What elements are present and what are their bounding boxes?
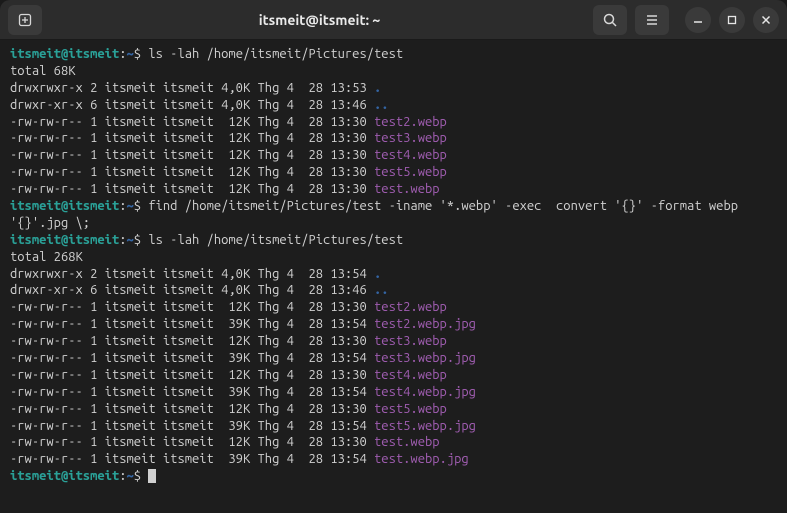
new-tab-button[interactable] [8, 5, 42, 35]
prompt-path: ~ [126, 199, 133, 213]
terminal-body[interactable]: itsmeit@itsmeit:~$ ls -lah /home/itsmeit… [0, 40, 787, 513]
terminal-line: -rw-rw-r-- 1 itsmeit itsmeit 39K Thg 4 2… [10, 316, 777, 333]
ls-meta: -rw-rw-r-- 1 itsmeit itsmeit 12K Thg 4 2… [10, 402, 374, 416]
terminal-line: -rw-rw-r-- 1 itsmeit itsmeit 12K Thg 4 2… [10, 299, 777, 316]
terminal-line: itsmeit@itsmeit:~$ find /home/itsmeit/Pi… [10, 198, 777, 232]
prompt-symbol: $ [134, 469, 149, 483]
ls-name: test.webp.jpg [374, 452, 469, 466]
ls-name: test3.webp [374, 334, 447, 348]
terminal-line: -rw-rw-r-- 1 itsmeit itsmeit 39K Thg 4 2… [10, 418, 777, 435]
ls-meta: -rw-rw-r-- 1 itsmeit itsmeit 12K Thg 4 2… [10, 334, 374, 348]
terminal-line: -rw-rw-r-- 1 itsmeit itsmeit 12K Thg 4 2… [10, 130, 777, 147]
ls-meta: drwxrwxr-x 2 itsmeit itsmeit 4,0K Thg 4 … [10, 81, 374, 95]
ls-meta: -rw-rw-r-- 1 itsmeit itsmeit 12K Thg 4 2… [10, 435, 374, 449]
prompt-symbol: $ [134, 233, 149, 247]
ls-meta: drwxrwxr-x 2 itsmeit itsmeit 4,0K Thg 4 … [10, 267, 374, 281]
hamburger-icon [644, 12, 660, 28]
ls-meta: -rw-rw-r-- 1 itsmeit itsmeit 39K Thg 4 2… [10, 419, 374, 433]
prompt-path: ~ [126, 233, 133, 247]
ls-name: test4.webp [374, 368, 447, 382]
maximize-icon [726, 14, 738, 26]
terminal-line: -rw-rw-r-- 1 itsmeit itsmeit 12K Thg 4 2… [10, 164, 777, 181]
ls-meta: -rw-rw-r-- 1 itsmeit itsmeit 39K Thg 4 2… [10, 317, 374, 331]
ls-name: test.webp [374, 435, 440, 449]
ls-name: . [374, 81, 381, 95]
window-title: itsmeit@itsmeit: ~ [46, 12, 593, 28]
ls-name: test5.webp [374, 402, 447, 416]
ls-name: test3.webp [374, 131, 447, 145]
ls-meta: -rw-rw-r-- 1 itsmeit itsmeit 12K Thg 4 2… [10, 148, 374, 162]
terminal-line: drwxr-xr-x 6 itsmeit itsmeit 4,0K Thg 4 … [10, 282, 777, 299]
ls-meta: -rw-rw-r-- 1 itsmeit itsmeit 12K Thg 4 2… [10, 300, 374, 314]
search-icon [602, 12, 618, 28]
prompt-user-host: itsmeit@itsmeit [10, 47, 119, 61]
ls-total: total 68K [10, 64, 76, 78]
new-tab-icon [17, 12, 33, 28]
terminal-line: total 68K [10, 63, 777, 80]
ls-name: test5.webp.jpg [374, 419, 476, 433]
prompt-user-host: itsmeit@itsmeit [10, 199, 119, 213]
prompt-path: ~ [126, 47, 133, 61]
prompt-user-host: itsmeit@itsmeit [10, 233, 119, 247]
terminal-line: -rw-rw-r-- 1 itsmeit itsmeit 12K Thg 4 2… [10, 181, 777, 198]
ls-name: test4.webp.jpg [374, 385, 476, 399]
prompt-symbol: $ [134, 47, 149, 61]
minimize-icon [692, 14, 704, 26]
terminal-line: itsmeit@itsmeit:~$ ls -lah /home/itsmeit… [10, 232, 777, 249]
terminal-line: -rw-rw-r-- 1 itsmeit itsmeit 39K Thg 4 2… [10, 451, 777, 468]
ls-meta: drwxr-xr-x 6 itsmeit itsmeit 4,0K Thg 4 … [10, 283, 374, 297]
ls-meta: -rw-rw-r-- 1 itsmeit itsmeit 39K Thg 4 2… [10, 452, 374, 466]
terminal-line: -rw-rw-r-- 1 itsmeit itsmeit 12K Thg 4 2… [10, 333, 777, 350]
titlebar: itsmeit@itsmeit: ~ [0, 0, 787, 40]
ls-meta: -rw-rw-r-- 1 itsmeit itsmeit 12K Thg 4 2… [10, 368, 374, 382]
terminal-line: -rw-rw-r-- 1 itsmeit itsmeit 39K Thg 4 2… [10, 384, 777, 401]
minimize-button[interactable] [685, 7, 711, 33]
terminal-line: drwxrwxr-x 2 itsmeit itsmeit 4,0K Thg 4 … [10, 266, 777, 283]
ls-meta: -rw-rw-r-- 1 itsmeit itsmeit 39K Thg 4 2… [10, 385, 374, 399]
command-text: ls -lah /home/itsmeit/Pictures/test [148, 233, 403, 247]
ls-meta: -rw-rw-r-- 1 itsmeit itsmeit 12K Thg 4 2… [10, 165, 374, 179]
ls-meta: -rw-rw-r-- 1 itsmeit itsmeit 12K Thg 4 2… [10, 115, 374, 129]
ls-name: .. [374, 98, 389, 112]
ls-name: test4.webp [374, 148, 447, 162]
terminal-line: -rw-rw-r-- 1 itsmeit itsmeit 12K Thg 4 2… [10, 114, 777, 131]
prompt-user-host: itsmeit@itsmeit [10, 469, 119, 483]
ls-total: total 268K [10, 250, 83, 264]
ls-meta: -rw-rw-r-- 1 itsmeit itsmeit 12K Thg 4 2… [10, 131, 374, 145]
ls-name: . [374, 267, 381, 281]
ls-meta: drwxr-xr-x 6 itsmeit itsmeit 4,0K Thg 4 … [10, 98, 374, 112]
ls-name: test5.webp [374, 165, 447, 179]
ls-name: test2.webp [374, 300, 447, 314]
close-icon [760, 14, 772, 26]
prompt-symbol: $ [134, 199, 149, 213]
ls-name: test.webp [374, 182, 440, 196]
menu-button[interactable] [635, 5, 669, 35]
close-button[interactable] [753, 7, 779, 33]
maximize-button[interactable] [719, 7, 745, 33]
terminal-line: total 268K [10, 249, 777, 266]
terminal-line: drwxrwxr-x 2 itsmeit itsmeit 4,0K Thg 4 … [10, 80, 777, 97]
terminal-line: -rw-rw-r-- 1 itsmeit itsmeit 12K Thg 4 2… [10, 367, 777, 384]
terminal-line: -rw-rw-r-- 1 itsmeit itsmeit 12K Thg 4 2… [10, 147, 777, 164]
terminal-line: -rw-rw-r-- 1 itsmeit itsmeit 12K Thg 4 2… [10, 434, 777, 451]
ls-meta: -rw-rw-r-- 1 itsmeit itsmeit 12K Thg 4 2… [10, 182, 374, 196]
terminal-line: drwxr-xr-x 6 itsmeit itsmeit 4,0K Thg 4 … [10, 97, 777, 114]
command-text: ls -lah /home/itsmeit/Pictures/test [148, 47, 403, 61]
ls-name: .. [374, 283, 389, 297]
terminal-line: -rw-rw-r-- 1 itsmeit itsmeit 12K Thg 4 2… [10, 401, 777, 418]
ls-name: test2.webp [374, 115, 447, 129]
cursor [148, 469, 156, 483]
terminal-line: -rw-rw-r-- 1 itsmeit itsmeit 39K Thg 4 2… [10, 350, 777, 367]
terminal-line: itsmeit@itsmeit:~$ [10, 468, 777, 485]
search-button[interactable] [593, 5, 627, 35]
ls-meta: -rw-rw-r-- 1 itsmeit itsmeit 39K Thg 4 2… [10, 351, 374, 365]
terminal-line: itsmeit@itsmeit:~$ ls -lah /home/itsmeit… [10, 46, 777, 63]
ls-name: test2.webp.jpg [374, 317, 476, 331]
prompt-path: ~ [126, 469, 133, 483]
ls-name: test3.webp.jpg [374, 351, 476, 365]
